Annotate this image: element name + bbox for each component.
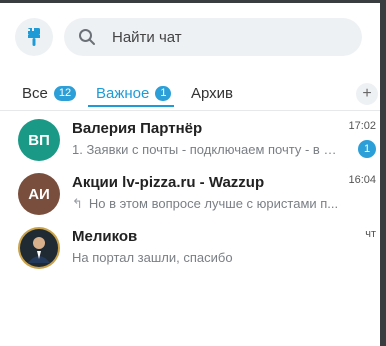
avatar-photo [18,227,60,269]
top-bar [0,3,380,73]
tab-archive-label: Архив [191,84,234,102]
theme-brush-button[interactable] [15,18,53,56]
chat-list: ВП Валерия Партнёр 1. Заявки с почты - п… [0,111,380,273]
reply-arrow-icon: ↰ [72,196,83,211]
chat-preview: На портал зашли, спасибо [72,250,233,265]
chat-preview: 1. Заявки с почты - подключаем почту - в… [72,142,340,157]
search-input[interactable] [112,18,342,56]
add-tab-button[interactable]: + [356,83,378,105]
chat-name: Акции lv-pizza.ru - Wazzup [72,174,265,191]
window-frame-right [380,0,386,346]
chat-name: Валерия Партнёр [72,120,203,137]
chat-preview: Но в этом вопросе лучше с юристами п... [88,196,339,211]
tab-important-label: Важное [96,84,150,102]
search-box[interactable] [64,18,362,56]
tab-all[interactable]: Все 12 [22,77,77,109]
tab-all-count-badge: 12 [53,85,77,101]
chat-preview-wrapper: ↰ Но в этом вопросе лучше с юристами п... [72,196,340,212]
chat-time: чт [365,228,376,240]
tab-archive[interactable]: Архив [191,77,233,109]
search-icon [79,29,95,45]
person-photo-icon [20,229,58,267]
unread-count-badge: 1 [358,140,376,158]
avatar: ВП [18,119,60,161]
chat-item[interactable]: АИ Акции lv-pizza.ru - Wazzup ↰ Но в этом… [0,165,380,219]
chat-tabs: Все 12 Важное 1 Архив + [0,77,380,111]
chat-item[interactable]: ВП Валерия Партнёр 1. Заявки с почты - п… [0,111,380,165]
tab-important-count-badge: 1 [155,85,172,101]
active-tab-underline [88,105,174,107]
paint-brush-icon [28,28,40,46]
chat-item[interactable]: Меликов На портал зашли, спасибо чт [0,219,380,273]
chat-name: Меликов [72,228,138,245]
chat-time: 17:02 [348,120,376,132]
avatar: АИ [18,173,60,215]
tab-all-label: Все [22,84,48,102]
chat-panel: Все 12 Важное 1 Архив + ВП Валерия Партн… [0,3,380,346]
chat-time: 16:04 [348,174,376,186]
